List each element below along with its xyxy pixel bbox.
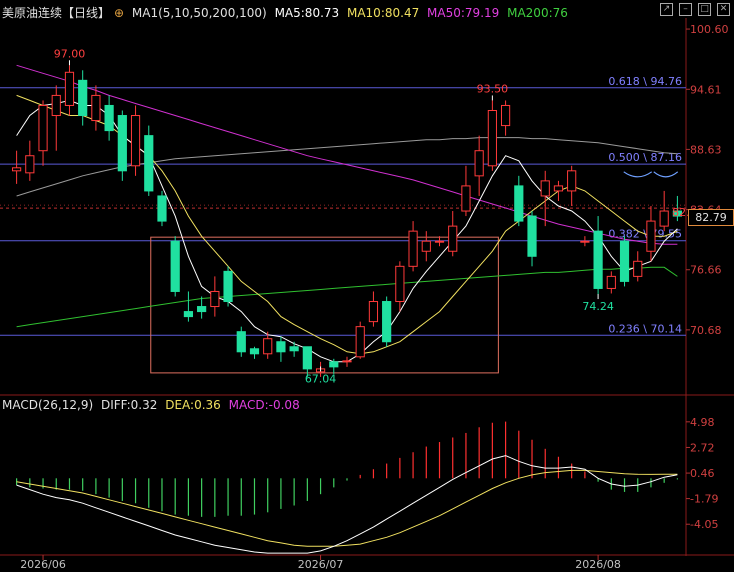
ma5-label: MA5:80.73	[274, 6, 340, 20]
macd-header: MACD(26,12,9) DIFF:0.32 DEA:0.36 MACD:-0…	[2, 398, 304, 412]
candle-body	[619, 240, 630, 282]
candle-body	[236, 331, 246, 353]
candle-body	[368, 301, 379, 323]
candle-body	[646, 220, 656, 252]
candle-body	[567, 170, 577, 192]
add-icon[interactable]: ⊕	[114, 6, 124, 20]
macd-tick-label: 0.46	[690, 467, 715, 480]
price-tick-label: 88.63	[690, 143, 722, 156]
candle-body	[144, 135, 154, 192]
date-tick-label: 2026/08	[575, 558, 621, 571]
macd-tick-label: -1.79	[690, 493, 718, 506]
price-tick-label: 94.61	[690, 83, 722, 96]
fib-label: 0.618 \ 94.76	[608, 75, 682, 88]
candle-body	[249, 348, 260, 355]
candle-body	[210, 290, 220, 308]
candle-body	[25, 155, 35, 174]
date-tick-label: 2026/06	[20, 558, 66, 571]
candle-body	[329, 361, 339, 368]
candle-body	[170, 240, 180, 292]
window-controls: ↗ – □ ✕	[660, 3, 730, 16]
candle-body	[448, 225, 458, 252]
candle-body	[487, 109, 497, 167]
candle-body	[580, 240, 590, 243]
diff-label: DIFF:0.32	[100, 398, 158, 412]
low2-label: 74.24	[582, 300, 614, 313]
ma10-label: MA10:80.47	[346, 6, 420, 20]
macd-value-label: MACD:-0.08	[228, 398, 300, 412]
candle-body	[606, 275, 616, 289]
high-label: 97.00	[54, 47, 86, 60]
candle-body	[421, 240, 431, 252]
candle-body	[593, 230, 603, 289]
candle-body	[51, 94, 61, 117]
candle-body	[157, 195, 167, 222]
candle-body	[342, 360, 352, 363]
candle-body	[78, 79, 88, 117]
date-tick-label: 2026/07	[298, 558, 344, 571]
close-icon[interactable]: ✕	[717, 3, 730, 16]
price-header: 美原油连续【日线】 ⊕ MA1(5,10,50,200,100) MA5:80.7…	[2, 4, 572, 21]
candle-body	[117, 115, 127, 172]
macd-params-label: MACD(26,12,9)	[2, 398, 94, 412]
minimize-icon[interactable]: –	[679, 3, 692, 16]
candle-body	[659, 210, 669, 227]
period-label[interactable]: 【日线】	[62, 6, 110, 20]
candle-body	[553, 185, 564, 192]
ma-params-label: MA1(5,10,50,200,100)	[131, 6, 267, 20]
candle-body	[434, 240, 445, 243]
candle-body	[408, 230, 418, 267]
candle-body	[302, 346, 312, 370]
candle-body	[474, 150, 484, 177]
chart-canvas: 100.6094.6188.6382.6476.6670.684.982.720…	[0, 0, 734, 572]
candle-body	[633, 260, 643, 277]
candle-body	[64, 71, 75, 106]
candle-body	[223, 270, 233, 303]
candle-body	[38, 104, 48, 152]
candle-body	[183, 311, 194, 318]
candle-body	[500, 104, 511, 127]
candle-body	[540, 180, 550, 197]
last-price-tag: 82.79	[688, 209, 734, 226]
price-tick-label: 70.68	[690, 324, 722, 337]
candle-body	[91, 94, 101, 122]
candle-body	[289, 346, 299, 352]
macd-tick-label: -4.05	[690, 518, 718, 531]
candle-body	[276, 341, 286, 353]
candle-body	[514, 185, 524, 222]
candle-body	[461, 185, 471, 212]
symbol-label[interactable]: 美原油连续	[2, 6, 62, 20]
price-tick-label: 100.60	[690, 23, 729, 36]
dea-label: DEA:0.36	[165, 398, 221, 412]
price-tick-label: 76.66	[690, 264, 722, 277]
ma50-label: MA50:79.19	[427, 6, 500, 20]
candle-body	[197, 306, 207, 313]
macd-tick-label: 4.98	[690, 416, 715, 429]
candle-body	[395, 265, 405, 303]
candle-body	[130, 115, 141, 167]
maximize-icon[interactable]: □	[698, 3, 711, 16]
macd-tick-label: 2.72	[690, 441, 715, 454]
low-label: 67.04	[305, 372, 337, 385]
candle-body	[355, 326, 365, 358]
candle-body	[104, 104, 114, 132]
arrow-icon[interactable]: ↗	[660, 3, 673, 16]
fib-label: 0.236 \ 70.14	[608, 322, 682, 335]
high2-label: 93.50	[477, 82, 509, 95]
candle-body	[12, 167, 22, 172]
candle-body	[527, 215, 537, 257]
candle-body	[263, 338, 273, 355]
ma200-label: MA200:76	[507, 6, 568, 20]
candle-body	[382, 301, 392, 343]
